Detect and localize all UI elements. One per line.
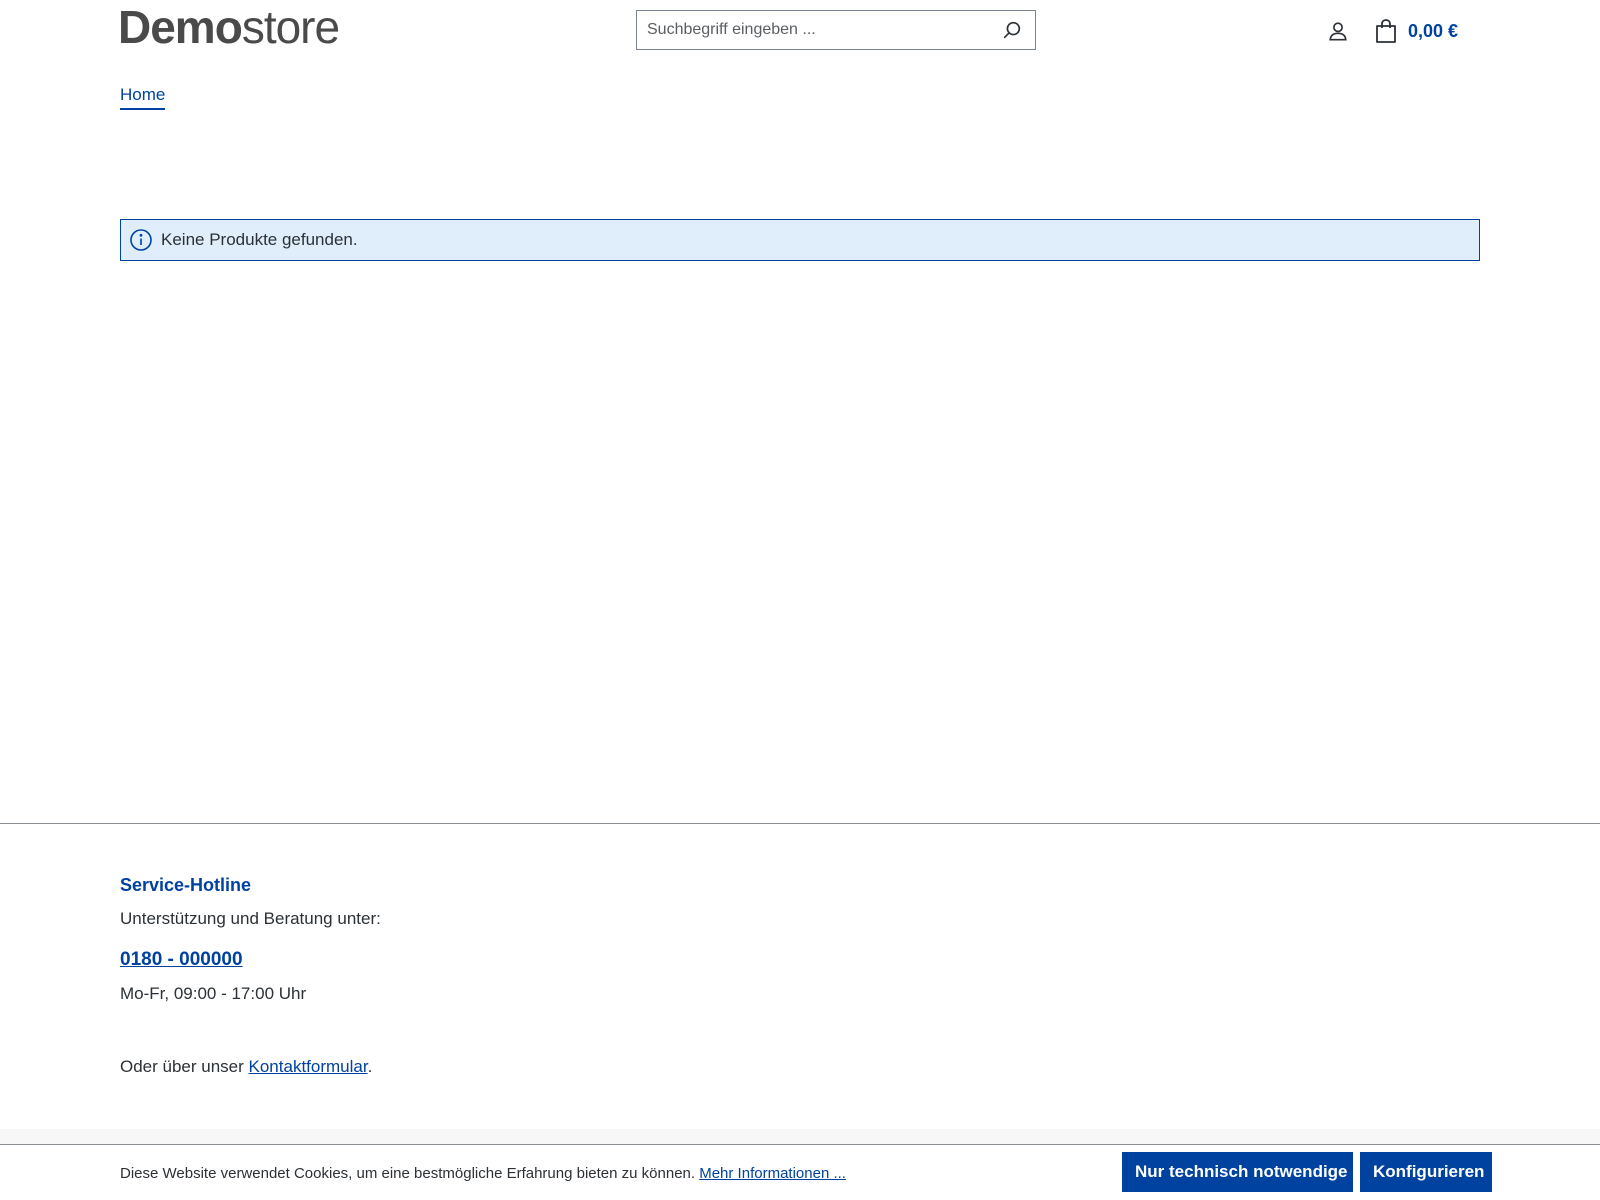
cookie-more-info-link[interactable]: Mehr Informationen ... [699, 1165, 846, 1182]
hotline-hours: Mo-Fr, 09:00 - 17:00 Uhr [120, 984, 307, 1003]
hotline-description: Unterstützung und Beratung unter: [120, 909, 381, 928]
info-icon [129, 228, 153, 252]
footer-divider [0, 823, 1600, 824]
breadcrumb-home[interactable]: Home [120, 85, 166, 110]
account-icon [1329, 22, 1347, 41]
footer-band [0, 1129, 1600, 1144]
cookie-message: Diese Website verwendet Cookies, um eine… [120, 1165, 700, 1182]
alert-message: Keine Produkte gefunden. [161, 230, 358, 249]
account-button[interactable] [1326, 19, 1350, 43]
logo-demo: Demo [118, 1, 243, 53]
search-box [636, 10, 1036, 50]
hotline-title: Service-Hotline [120, 875, 252, 895]
header: Demostore 0,00 € [0, 0, 1600, 70]
cookie-text: Diese Website verwendet Cookies, um eine… [120, 1165, 846, 1182]
cart-button[interactable]: 0,00 € [1374, 17, 1458, 45]
hotline-phone-link[interactable]: 0180 - 000000 [120, 949, 243, 971]
contact-suffix: . [367, 1057, 373, 1076]
cookie-configure-button[interactable]: Konfigurieren [1360, 1152, 1492, 1192]
cookie-bar: Diese Website verwendet Cookies, um eine… [0, 1144, 1600, 1200]
search-icon [1003, 21, 1021, 39]
info-alert: Keine Produkte gefunden. [120, 219, 1480, 261]
cart-total: 0,00 € [1408, 20, 1459, 41]
logo-store: store [241, 1, 340, 53]
search-button[interactable] [989, 11, 1035, 49]
search-input[interactable] [637, 11, 987, 49]
page: Demostore 0,00 € Home [0, 0, 1600, 1200]
cart-bag-icon [1376, 19, 1396, 43]
cookie-necessary-button[interactable]: Nur technisch notwendige [1122, 1152, 1353, 1192]
contact-form-link[interactable]: Kontaktformular [249, 1057, 368, 1076]
contact-prefix: Oder über unser [120, 1057, 249, 1076]
contact-line: Oder über unser Kontaktformular. [120, 1057, 372, 1077]
logo[interactable]: Demostore [118, 1, 340, 53]
